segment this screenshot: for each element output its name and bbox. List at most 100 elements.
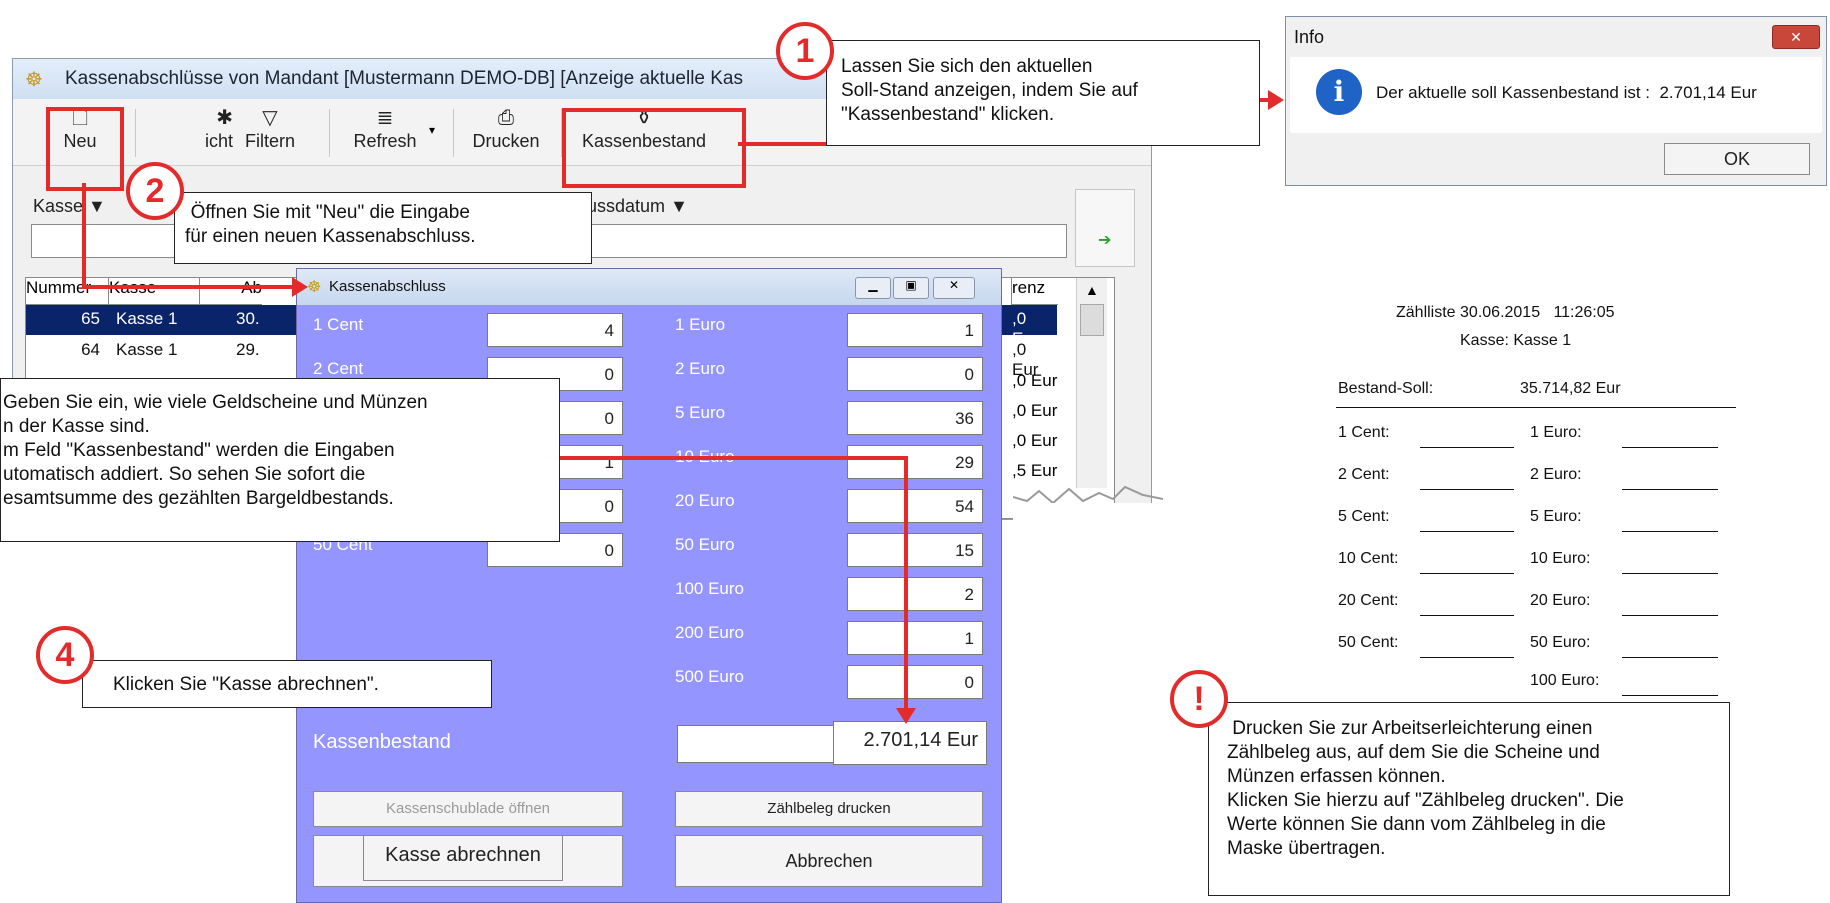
- note-field[interactable]: 1: [847, 313, 983, 347]
- note-label: 2 Euro: [675, 359, 726, 378]
- dialog-app-icon: ☸: [307, 279, 322, 296]
- note-field[interactable]: 2: [847, 577, 983, 611]
- soll-value: 35.714,82 Eur: [1520, 380, 1621, 397]
- count-label-20-cent: 20 Cent:: [1338, 592, 1399, 609]
- note-label: 200 Euro: [675, 623, 744, 642]
- column-header-date[interactable]: Ab: [200, 278, 262, 305]
- connector-line: [560, 456, 908, 460]
- difference-cell: ,5 Eur: [1012, 461, 1058, 480]
- filter-icon: ▽: [262, 107, 278, 129]
- write-line: [1420, 531, 1514, 532]
- arrow-head: [1268, 90, 1284, 110]
- count-sheet: Zählliste 30.06.2015 11:26:05 Kasse: Kas…: [1320, 290, 1740, 710]
- refresh-icon: ≣: [376, 107, 394, 129]
- step-1-marker: 1: [776, 22, 834, 80]
- connector-line: [904, 456, 908, 710]
- note-field[interactable]: 29: [847, 445, 983, 479]
- count-label-10-euro: 10 Euro:: [1530, 550, 1591, 567]
- table-scrollbar[interactable]: ▲: [1076, 278, 1107, 488]
- column-header-number[interactable]: Nummer: [26, 278, 109, 305]
- info-icon: i: [1316, 69, 1362, 115]
- window-title: Kassenabschlüsse von Mandant [Mustermann…: [65, 68, 743, 89]
- scrollbar-thumb[interactable]: [1080, 304, 1104, 336]
- info-dialog: Info ✕ i Der aktuelle soll Kassenbestand…: [1285, 16, 1827, 186]
- close-button[interactable]: ✕: [933, 277, 975, 299]
- maximize-button[interactable]: ▣: [893, 277, 929, 299]
- write-line: [1420, 573, 1514, 574]
- arrow-head: [896, 708, 916, 724]
- print-count-sheet-button[interactable]: Zählbeleg drucken: [675, 791, 983, 827]
- refresh-button[interactable]: ≣ Refresh: [343, 105, 427, 161]
- count-label-50-euro: 50 Euro:: [1530, 634, 1591, 651]
- refresh-dropdown-arrow[interactable]: ▾: [429, 123, 435, 137]
- write-line: [1622, 695, 1718, 696]
- ok-button[interactable]: OK: [1664, 143, 1810, 175]
- callout-2: Öffnen Sie mit "Neu" die Eingabe für ein…: [174, 192, 592, 264]
- callout-4: 4 Klicken Sie "Kasse abrechnen".: [82, 660, 492, 708]
- toolbar-separator: [329, 109, 330, 157]
- note-field[interactable]: 36: [847, 401, 983, 435]
- view-button[interactable]: ✱ icht: [141, 105, 233, 161]
- exclamation-marker: !: [1170, 670, 1228, 728]
- note-label: 5 Euro: [675, 403, 726, 422]
- count-label-5-cent: 5 Cent:: [1338, 508, 1390, 525]
- write-line: [1420, 657, 1514, 658]
- green-arrow-icon: ➔: [1098, 232, 1112, 249]
- total-value: 2.701,14 Eur: [833, 721, 987, 765]
- count-label-1-euro: 1 Euro:: [1530, 424, 1582, 441]
- kasse-filter-label[interactable]: Kasse ▼: [33, 196, 106, 217]
- info-message: Der aktuelle soll Kassenbestand ist : 2.…: [1376, 83, 1757, 102]
- minimize-button[interactable]: ▁: [855, 277, 891, 299]
- total-label: Kassenbestand: [313, 731, 451, 753]
- write-line: [1420, 489, 1514, 490]
- column-header-difference[interactable]: renz: [1011, 278, 1058, 305]
- toolbar-separator: [453, 109, 454, 157]
- note-label: 500 Euro: [675, 667, 744, 686]
- write-line: [1622, 573, 1718, 574]
- write-line: [1622, 447, 1718, 448]
- scroll-up-icon[interactable]: ▲: [1085, 282, 1099, 298]
- note-field[interactable]: 1: [847, 621, 983, 655]
- open-drawer-button[interactable]: Kassenschublade öffnen: [313, 791, 623, 827]
- divider: [1336, 407, 1736, 408]
- note-label: 1 Euro: [675, 315, 726, 334]
- soll-label: Bestand-Soll:: [1338, 380, 1434, 397]
- printer-icon: ⎙: [498, 107, 514, 129]
- settle-button[interactable]: Kasse abrechnen: [363, 835, 563, 881]
- cancel-button[interactable]: Abbrechen: [675, 835, 983, 887]
- write-line: [1622, 489, 1718, 490]
- write-line: [1420, 615, 1514, 616]
- note-field[interactable]: 54: [847, 489, 983, 523]
- toolbar-separator: [135, 109, 136, 157]
- callout-1: Lassen Sie sich den aktuellen Soll-Stand…: [826, 40, 1260, 146]
- filter-button[interactable]: ▽ Filtern: [239, 105, 301, 161]
- write-line: [1622, 657, 1718, 658]
- cash-balance-highlight: [562, 108, 746, 188]
- callout-print-tip: Drucken Sie zur Arbeitserleichterung ein…: [1208, 702, 1730, 896]
- count-label-2-euro: 2 Euro:: [1530, 466, 1582, 483]
- dialog-title: Kassenabschluss: [329, 278, 446, 295]
- note-field[interactable]: 0: [847, 357, 983, 391]
- write-line: [1622, 531, 1718, 532]
- count-label-2-cent: 2 Cent:: [1338, 466, 1390, 483]
- coin-field-1-cent[interactable]: 4: [487, 313, 623, 347]
- view-icon: ✱: [216, 107, 233, 129]
- count-label-20-euro: 20 Euro:: [1530, 592, 1591, 609]
- info-close-button[interactable]: ✕: [1772, 25, 1820, 49]
- apply-filter-button[interactable]: ➔: [1075, 189, 1135, 267]
- write-line: [1622, 615, 1718, 616]
- difference-cell: ,0 Eur: [1012, 401, 1058, 420]
- count-label-10-cent: 10 Cent:: [1338, 550, 1399, 567]
- count-sheet-kasse: Kasse: Kasse 1: [1460, 332, 1572, 349]
- print-button[interactable]: ⎙ Drucken: [465, 105, 547, 161]
- cash-closing-dialog: ☸ Kassenabschluss ▁ ▣ ✕ 1 Cent 4 2 Cent …: [296, 268, 1002, 903]
- step-2-marker: 2: [126, 162, 184, 220]
- dialog-title-bar: ☸ Kassenabschluss ▁ ▣ ✕: [297, 269, 1001, 305]
- note-label: 100 Euro: [675, 579, 744, 598]
- column-header-kasse[interactable]: Kasse: [109, 278, 200, 305]
- count-label-5-euro: 5 Euro:: [1530, 508, 1582, 525]
- note-field[interactable]: 0: [847, 665, 983, 699]
- note-field[interactable]: 15: [847, 533, 983, 567]
- callout-3: Geben Sie ein, wie viele Geldscheine und…: [0, 378, 560, 542]
- difference-cell: ,0 Eur: [1012, 371, 1058, 390]
